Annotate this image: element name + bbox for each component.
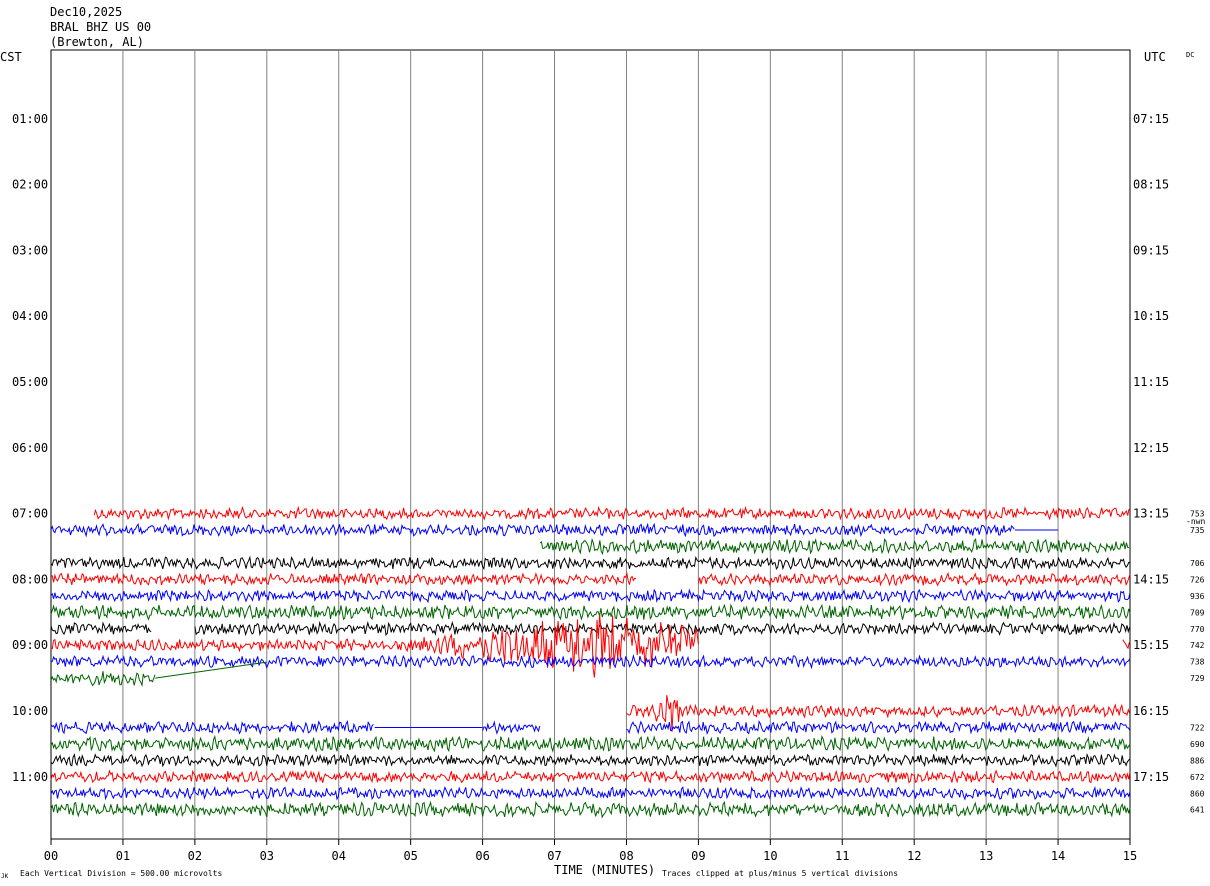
trace-count-label: 641 bbox=[1190, 806, 1205, 815]
seismic-trace bbox=[539, 537, 1130, 556]
right-timezone-label: UTC bbox=[1144, 50, 1166, 64]
seismic-trace bbox=[1122, 639, 1130, 650]
trace-count-label: 770 bbox=[1190, 625, 1205, 634]
x-tick-label: 02 bbox=[188, 849, 202, 863]
x-tick-label: 11 bbox=[835, 849, 849, 863]
left-hour-label: 09:00 bbox=[12, 638, 48, 652]
trace-count-label: 742 bbox=[1190, 641, 1205, 650]
header-date: Dec10,2025 bbox=[50, 5, 122, 19]
seismic-trace bbox=[50, 614, 699, 678]
seismic-trace bbox=[50, 571, 637, 587]
right-hour-label: 16:15 bbox=[1133, 704, 1169, 718]
x-tick-label: 03 bbox=[260, 849, 274, 863]
seismic-trace bbox=[50, 734, 1131, 753]
left-hour-label: 05:00 bbox=[12, 375, 48, 389]
seismic-trace bbox=[482, 720, 541, 735]
seismic-trace bbox=[50, 719, 374, 736]
header-station: BRAL BHZ US 00 bbox=[50, 20, 151, 34]
trace-count-label: 722 bbox=[1190, 723, 1205, 732]
header-location: (Brewton, AL) bbox=[50, 35, 144, 49]
seismic-trace bbox=[50, 555, 1131, 571]
trace-count-label: 709 bbox=[1190, 608, 1205, 617]
left-hour-label: 11:00 bbox=[12, 770, 48, 784]
right-hour-label: 14:15 bbox=[1133, 572, 1169, 586]
trace-count-label: 886 bbox=[1190, 756, 1205, 765]
trace-count-label: 672 bbox=[1190, 773, 1205, 782]
x-tick-label: 00 bbox=[44, 849, 58, 863]
plot-frame bbox=[50, 49, 1131, 840]
left-hour-label: 04:00 bbox=[12, 309, 48, 323]
scale-note: Each Vertical Division = 500.00 microvol… bbox=[20, 869, 222, 878]
left-hour-label: 08:00 bbox=[12, 572, 48, 586]
right-hour-label: 13:15 bbox=[1133, 507, 1169, 521]
right-hour-label: 11:15 bbox=[1133, 375, 1169, 389]
trace-count-label: 735 bbox=[1190, 526, 1205, 535]
trace-count-label: 706 bbox=[1190, 559, 1205, 568]
right-hour-label: 08:15 bbox=[1133, 178, 1169, 192]
x-tick-label: 08 bbox=[619, 849, 633, 863]
x-tick-label: 15 bbox=[1123, 849, 1137, 863]
trace-count-label: 690 bbox=[1190, 740, 1205, 749]
seismic-trace bbox=[50, 671, 156, 688]
helicorder-chart: 00 01 02 03 04 05 06 07 08 09 10 11 12 13 14 15 01:00 02:… bbox=[0, 5, 1205, 880]
dc-label: DC bbox=[1186, 51, 1194, 59]
clip-note: Traces clipped at plus/minus 5 vertical … bbox=[662, 869, 898, 878]
seismic-trace bbox=[626, 720, 1131, 736]
left-hour-label: 10:00 bbox=[12, 704, 48, 718]
seismic-trace bbox=[50, 603, 1131, 621]
trace-count-label: 729 bbox=[1190, 674, 1205, 683]
x-tick-label: 12 bbox=[907, 849, 921, 863]
left-hour-label: 03:00 bbox=[12, 243, 48, 257]
corner-mark: JK bbox=[1, 873, 9, 880]
right-hour-label: 17:15 bbox=[1133, 770, 1169, 784]
trace-count-label: 726 bbox=[1190, 575, 1205, 584]
seismic-trace bbox=[50, 522, 1015, 538]
right-hour-label: 09:15 bbox=[1133, 243, 1169, 257]
trace-count-label: 936 bbox=[1190, 592, 1205, 601]
x-tick-label: 06 bbox=[475, 849, 489, 863]
x-axis-title: TIME (MINUTES) bbox=[554, 863, 655, 877]
x-tick-label: 14 bbox=[1051, 849, 1065, 863]
seismic-trace bbox=[50, 588, 1131, 604]
seismic-trace bbox=[50, 800, 1131, 819]
seismic-trace bbox=[50, 769, 1131, 784]
trace-count-label: 738 bbox=[1190, 658, 1205, 667]
right-hour-label: 07:15 bbox=[1133, 112, 1169, 126]
x-tick-label: 09 bbox=[691, 849, 705, 863]
gap-line bbox=[155, 661, 267, 679]
left-hour-label: 02:00 bbox=[12, 178, 48, 192]
right-hour-label: 12:15 bbox=[1133, 441, 1169, 455]
left-hour-label: 07:00 bbox=[12, 507, 48, 521]
x-tick-label: 04 bbox=[332, 849, 346, 863]
seismic-trace bbox=[93, 505, 1130, 522]
x-tick-label: 05 bbox=[403, 849, 417, 863]
right-hour-label: 10:15 bbox=[1133, 309, 1169, 323]
x-tick-label: 07 bbox=[547, 849, 561, 863]
x-tick-label: 01 bbox=[116, 849, 130, 863]
seismic-trace bbox=[50, 785, 1131, 801]
seismic-trace bbox=[50, 653, 1131, 670]
seismic-trace bbox=[50, 621, 152, 636]
trace-count-label: 860 bbox=[1190, 789, 1205, 798]
left-hour-label: 06:00 bbox=[12, 441, 48, 455]
seismic-trace bbox=[50, 752, 1131, 768]
x-tick-label: 10 bbox=[763, 849, 777, 863]
right-hour-label: 15:15 bbox=[1133, 638, 1169, 652]
right-extra-label: -nwn bbox=[1186, 517, 1205, 526]
left-hour-label: 01:00 bbox=[12, 112, 48, 126]
left-timezone-label: CST bbox=[0, 50, 22, 64]
x-tick-label: 13 bbox=[979, 849, 993, 863]
seismic-traces bbox=[50, 505, 1131, 819]
